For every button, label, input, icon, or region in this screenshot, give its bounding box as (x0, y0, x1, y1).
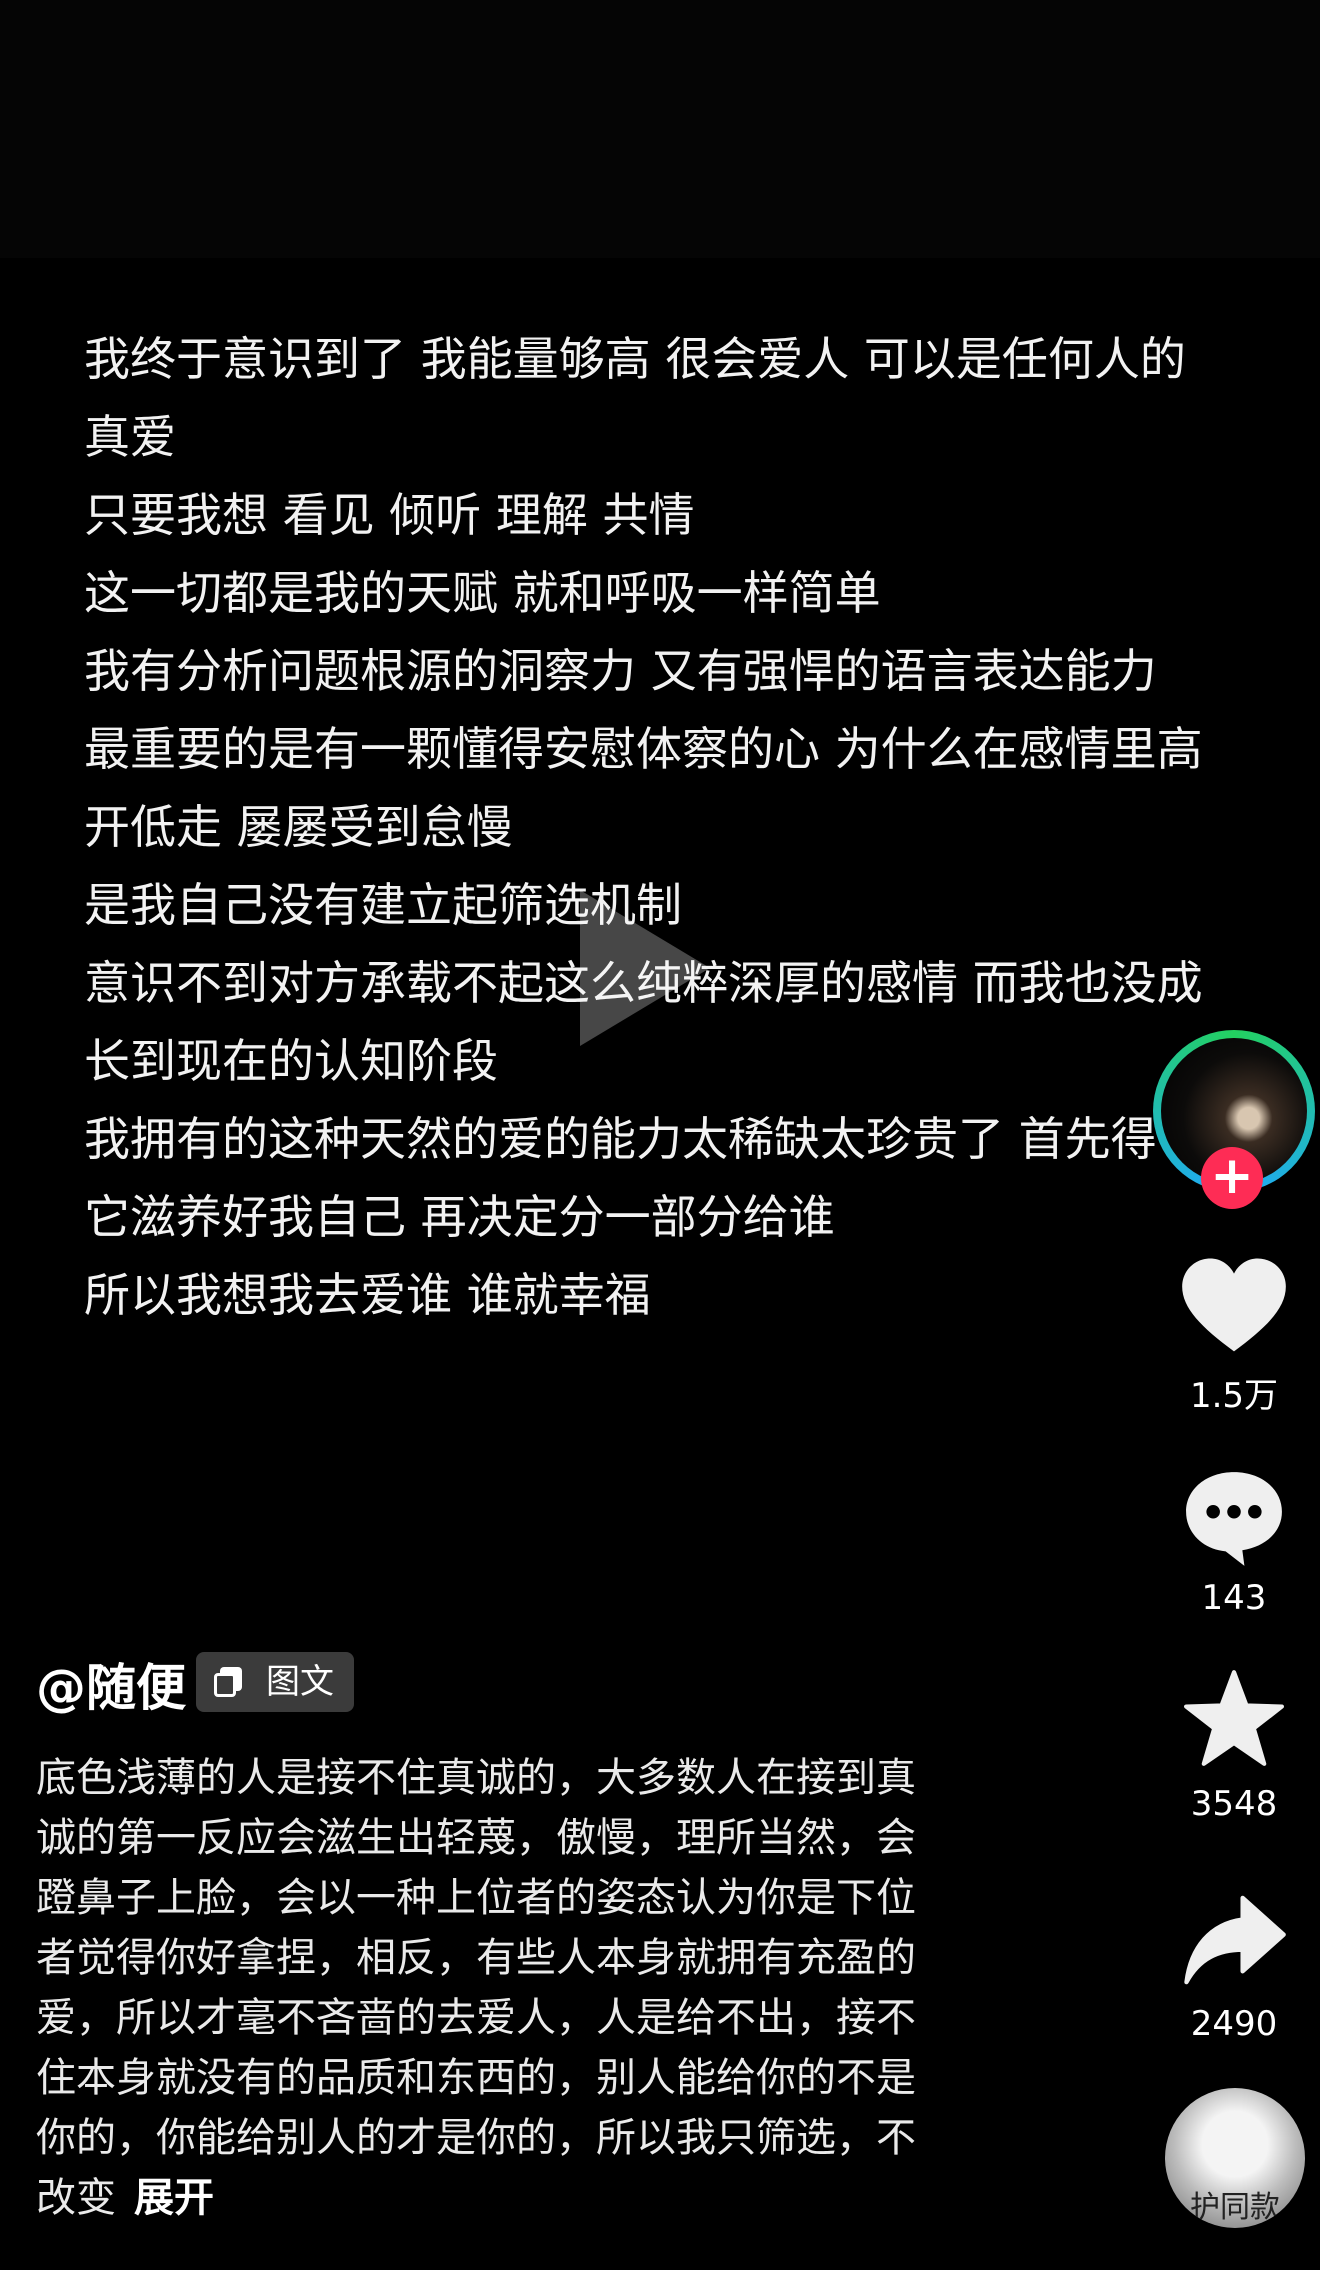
share-count: 2490 (1190, 2004, 1278, 2044)
description-line: 爱，所以才毫不吝啬的去爱人，人是给不出，接不 (36, 1995, 916, 2041)
heart-icon[interactable] (1180, 1256, 1288, 1356)
post-type-label: 图文 (266, 1662, 334, 1702)
top-status-area (0, 0, 1320, 258)
video-text-line: 只要我想 看见 倾听 理解 共情 (84, 488, 695, 542)
video-text-line: 最重要的是有一颗懂得安慰体察的心 为什么在感情里高 (84, 722, 1203, 776)
gallery-icon (214, 1667, 244, 1697)
description-line: 者觉得你好拿捏，相反，有些人本身就拥有充盈的 (36, 1935, 916, 1981)
video-text-line: 所以我想我去爱谁 谁就幸福 (84, 1268, 651, 1322)
video-overlay-text[interactable]: 我终于意识到了 我能量够高 很会爱人 可以是任何人的 真爱 只要我想 看见 倾听… (84, 320, 1254, 1334)
video-text-line: 我终于意识到了 我能量够高 很会爱人 可以是任何人的 (84, 332, 1186, 386)
video-text-line: 我有分析问题根源的洞察力 又有强悍的语言表达能力 (84, 644, 1157, 698)
follow-button[interactable]: + (1201, 1147, 1263, 1209)
favorite-count: 3548 (1190, 1784, 1278, 1824)
description-line: 改变 展开 (36, 2168, 1036, 2228)
comment-icon[interactable] (1180, 1468, 1288, 1568)
post-description[interactable]: 底色浅薄的人是接不住真诚的，大多数人在接到真 诚的第一反应会滋生出轻蔑，傲慢，理… (36, 1748, 1036, 2228)
description-line: 蹬鼻子上脸，会以一种上位者的姿态认为你是下位 (36, 1875, 916, 1921)
video-text-line: 这一切都是我的天赋 就和呼吸一样简单 (84, 566, 881, 620)
description-line: 底色浅薄的人是接不住真诚的，大多数人在接到真 (36, 1755, 916, 1801)
description-line: 你的，你能给别人的才是你的，所以我只筛选，不 (36, 2115, 916, 2161)
play-icon[interactable] (580, 890, 710, 1046)
video-text-line: 我拥有的这种天然的爱的能力太稀缺太珍贵了 首先得 (84, 1112, 1157, 1166)
video-text-line: 它滋养好我自己 再决定分一部分给谁 (84, 1190, 835, 1244)
description-text: 改变 (36, 2175, 116, 2221)
music-disc[interactable]: 护同款 (1165, 2088, 1305, 2228)
description-line: 住本身就没有的品质和东西的，别人能给你的不是 (36, 2055, 916, 2101)
video-text-line: 开低走 屡屡受到怠慢 (84, 800, 513, 854)
video-text-line: 真爱 (84, 410, 176, 464)
share-icon[interactable] (1180, 1890, 1288, 1990)
description-line: 诚的第一反应会滋生出轻蔑，傲慢，理所当然，会 (36, 1815, 916, 1861)
comment-count: 143 (1201, 1578, 1267, 1618)
expand-button[interactable]: 展开 (134, 2175, 214, 2221)
music-label: 护同款 (1190, 2190, 1280, 2225)
star-icon[interactable] (1180, 1668, 1288, 1768)
author-name[interactable]: @随便 (36, 1648, 186, 1720)
like-count: 1.5万 (1189, 1376, 1279, 1416)
post-type-badge: 图文 (196, 1652, 354, 1712)
